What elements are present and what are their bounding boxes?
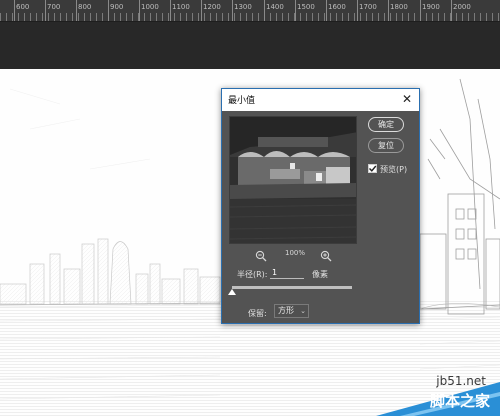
ruler-label: 1600 [328, 3, 346, 11]
preserve-select-value: 方形 [278, 306, 294, 315]
ruler-major-tick [232, 0, 233, 21]
reset-button[interactable]: 复位 [368, 138, 404, 153]
preserve-label: 保留: [248, 309, 267, 318]
watermark-url: jb51.net [436, 374, 486, 388]
ruler-major-tick [357, 0, 358, 21]
horizontal-ruler[interactable]: 600 700 800 900 1000 1100 1200 1300 1400 1500 1600… [0, 0, 500, 22]
ruler-major-tick [326, 0, 327, 21]
ruler-label: 1700 [359, 3, 377, 11]
ruler-label: 1800 [390, 3, 408, 11]
ok-button[interactable]: 确定 [368, 117, 404, 132]
filter-preview[interactable] [229, 116, 357, 244]
watermark-brand: 脚本之家 [429, 392, 490, 410]
chevron-down-icon: ⌄ [300, 307, 306, 315]
ruler-major-tick [76, 0, 77, 21]
radius-unit-label: 像素 [312, 270, 328, 279]
ruler-major-tick [420, 0, 421, 21]
ruler-label: 1400 [266, 3, 284, 11]
ruler-label: 1100 [172, 3, 190, 11]
ruler-major-tick [108, 0, 109, 21]
ruler-label: 900 [110, 3, 124, 11]
ruler-major-tick [45, 0, 46, 21]
preview-image [230, 117, 356, 243]
ruler-label: 700 [47, 3, 61, 11]
checkmark-icon [369, 165, 377, 172]
zoom-in-icon[interactable] [320, 247, 332, 262]
ruler-label: 1500 [297, 3, 315, 11]
ruler-major-tick [388, 0, 389, 21]
workspace-background [0, 22, 500, 69]
ruler-label: 600 [16, 3, 30, 11]
zoom-out-icon[interactable] [255, 247, 267, 262]
dialog-title: 最小值 [228, 96, 256, 106]
ruler-major-tick [451, 0, 452, 21]
dialog-titlebar[interactable]: 最小值 ✕ [222, 89, 419, 111]
close-icon[interactable]: ✕ [399, 91, 415, 107]
preview-label[interactable]: 预览(P) [380, 164, 407, 175]
ruler-major-tick [14, 0, 15, 21]
ruler-major-tick [264, 0, 265, 21]
zoom-level-readout: 100% [284, 249, 305, 257]
site-watermark: jb51.net 脚本之家 [340, 352, 500, 416]
preview-checkbox[interactable] [368, 164, 377, 173]
ruler-label: 1300 [234, 3, 252, 11]
radius-input[interactable] [270, 267, 304, 279]
ruler-label: 2000 [453, 3, 471, 11]
ruler-major-tick [170, 0, 171, 21]
ruler-label: 1000 [141, 3, 159, 11]
ruler-label: 1900 [422, 3, 440, 11]
radius-label: 半径(R): [237, 270, 268, 279]
preserve-select[interactable]: 方形 ⌄ [274, 304, 309, 318]
radius-slider-thumb[interactable] [228, 289, 236, 295]
radius-slider-track[interactable] [232, 286, 352, 289]
ruler-major-tick [139, 0, 140, 21]
ruler-label: 1200 [203, 3, 221, 11]
ruler-label: 800 [78, 3, 92, 11]
ruler-major-tick [201, 0, 202, 21]
ruler-ticks [0, 13, 500, 21]
ruler-major-tick [295, 0, 296, 21]
minimum-filter-dialog: 最小值 ✕ 确定 复位 预览(P) 100% 半径(R): 1 像素 保留: 方… [221, 88, 420, 324]
